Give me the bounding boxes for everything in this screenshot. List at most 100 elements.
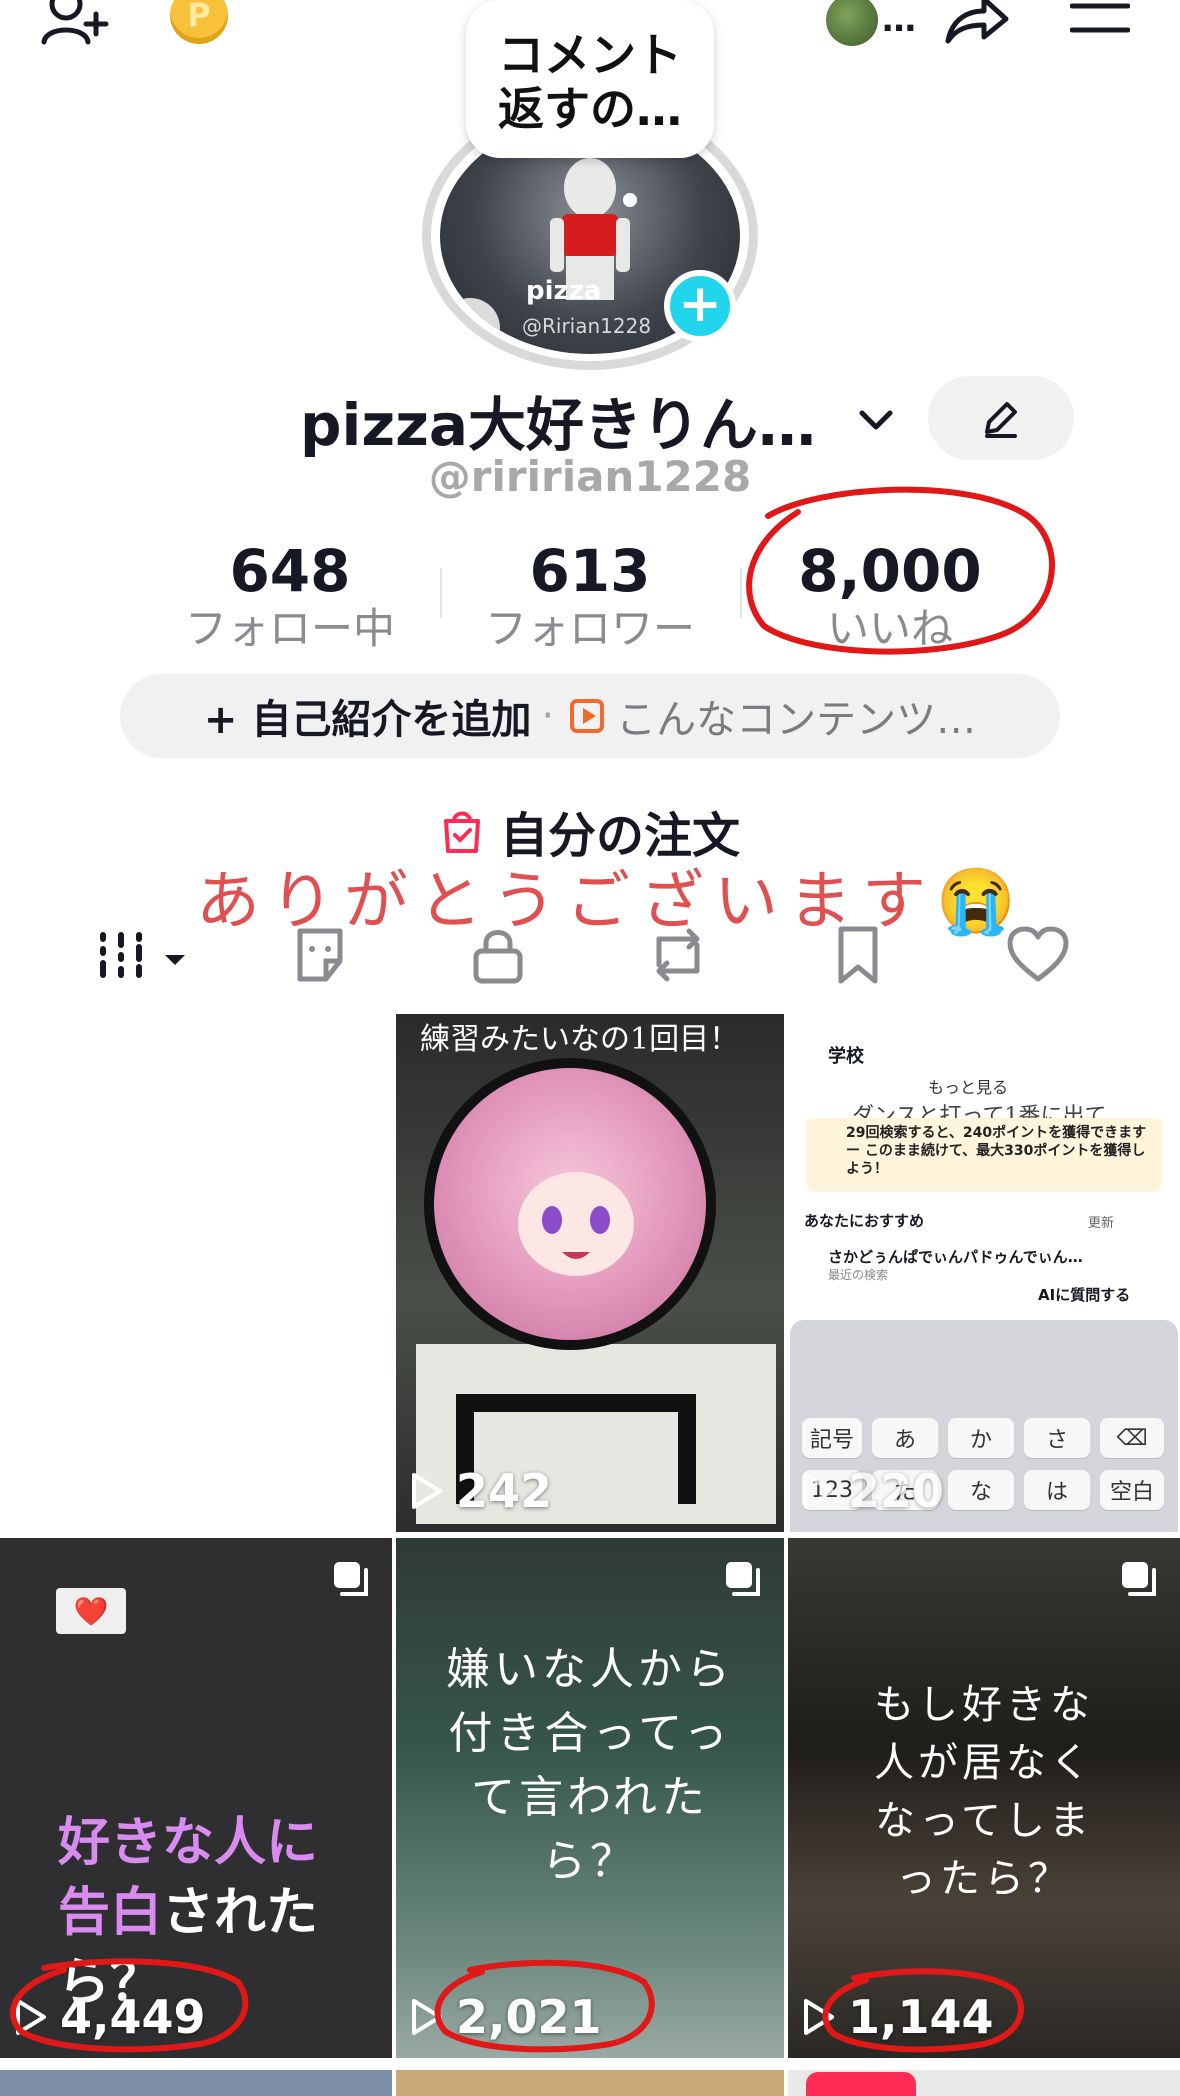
video-tile-4[interactable]: ❤️ 好きな人に 告白された ら？ 4,449: [0, 1538, 392, 2058]
stat-divider: [740, 568, 742, 618]
edit-profile-button[interactable]: [928, 376, 1074, 460]
tab-reposts[interactable]: [638, 920, 718, 990]
kb-key: な: [948, 1470, 1014, 1510]
tile-view-count: 1,144: [802, 1990, 994, 2044]
avatar-handle: @Ririan1228: [522, 314, 652, 338]
tile-peek: [0, 2070, 392, 2096]
lock-icon: [473, 930, 523, 984]
chevron-down-icon: [859, 410, 893, 430]
search-promo: 29回検索すると、240ポイントを獲得できます ー このまま続けて、最大330ポ…: [806, 1118, 1162, 1192]
badge-peek: [806, 2072, 916, 2096]
stat-divider: [440, 568, 442, 618]
following-label: フォロー中: [184, 604, 395, 653]
repost-icon: [656, 928, 700, 982]
kb-key: あ: [872, 1418, 938, 1458]
tab-stickers[interactable]: [280, 920, 360, 990]
kb-key: か: [948, 1418, 1014, 1458]
multi-photo-icon: [1122, 1562, 1156, 1596]
search-more: もっと見る: [928, 1078, 1009, 1097]
view-count: 4,449: [60, 1990, 206, 2044]
video-tile-2[interactable]: 練習みたいなの1回目！ 242: [396, 1014, 784, 1532]
video-tile-1[interactable]: [0, 1014, 392, 1532]
share-arrow-icon: [945, 0, 1009, 44]
display-name-row[interactable]: pizza大好きりん…: [300, 378, 896, 462]
menu-button[interactable]: [1068, 0, 1132, 40]
video-tile-3[interactable]: 学校 もっと見る ダンスと打って1番に出て 29回検索すると、240ポイントを獲…: [788, 1014, 1180, 1532]
followers-count: 613: [529, 537, 651, 605]
play-icon: [804, 1473, 834, 1509]
ai-question-label: AIに質問する: [1038, 1286, 1131, 1304]
tab-videos[interactable]: [90, 920, 200, 990]
view-count: 242: [456, 1464, 553, 1518]
grid-filter-icon: [100, 932, 185, 978]
bio-pill[interactable]: + 自己紹介を追加 · こんなコンテンツ…: [120, 674, 1060, 758]
tile-view-count: 2,021: [410, 1990, 602, 2044]
tile-view-count: 4,449: [14, 1990, 206, 2044]
pencil-icon: [985, 402, 1017, 438]
multi-photo-icon: [334, 1562, 368, 1596]
following-stat[interactable]: 648 フォロー中: [160, 538, 420, 654]
following-count: 648: [229, 537, 351, 605]
kb-key: さ: [1024, 1418, 1090, 1458]
content-play-icon: [570, 699, 605, 733]
tile-view-count: 242: [410, 1464, 552, 1518]
bookmark-icon: [838, 926, 878, 984]
likes-count: 8,000: [798, 537, 982, 605]
play-icon: [804, 1999, 834, 2035]
followers-label: フォロワー: [484, 604, 695, 653]
comment-bubble[interactable]: コメント 返すの…: [466, 0, 714, 158]
display-name: pizza大好きりん…: [300, 391, 817, 459]
avatar: [826, 0, 878, 46]
kb-key: 空白: [1100, 1470, 1164, 1510]
tab-liked[interactable]: [998, 920, 1078, 990]
share-button[interactable]: [942, 0, 1012, 46]
avatar-name: pizza: [526, 276, 602, 306]
username: @riririan1228: [428, 452, 752, 501]
content-link[interactable]: こんなコンテンツ…: [616, 687, 976, 745]
video-tile-6[interactable]: もし好きな 人が居なく なってしま ったら？ 1,144: [788, 1538, 1180, 2058]
view-count: 220: [848, 1464, 945, 1518]
search-item-sub: 最近の検索: [828, 1268, 889, 1282]
tile-caption: もし好きな 人が居なく なってしま ったら？: [874, 1682, 1094, 1902]
kb-key: ⌫: [1100, 1418, 1164, 1458]
bubble-text: コメント 返すの…: [498, 28, 682, 136]
account-switcher[interactable]: …: [826, 0, 916, 46]
tile-caption: 好きな人に 告白された ら？: [58, 1738, 318, 2018]
play-icon: [412, 1999, 442, 2035]
view-count: 1,144: [848, 1990, 994, 2044]
sticker-icon: [297, 928, 343, 982]
plus-icon: +: [678, 274, 722, 334]
envelope-sticker: ❤️: [56, 1588, 126, 1634]
anime-face: [518, 1172, 634, 1276]
hamburger-menu-icon: [1070, 3, 1130, 33]
followers-stat[interactable]: 613 フォロワー: [460, 538, 720, 654]
tile-caption: 嫌いな人から 付き合ってっ て言われた ら？: [446, 1644, 734, 1887]
multi-photo-icon: [726, 1562, 760, 1596]
play-icon: [16, 1999, 46, 2035]
add-friend-button[interactable]: [36, 0, 116, 48]
heart-icon: [1007, 926, 1069, 982]
tab-saved[interactable]: [818, 920, 898, 990]
account-ellipsis: …: [882, 0, 916, 40]
add-story-button[interactable]: +: [664, 270, 736, 342]
video-tile-5[interactable]: 嫌いな人から 付き合ってっ て言われた ら？ 2,021: [396, 1538, 784, 2058]
person-add-icon: [41, 0, 109, 45]
bio-separator: ·: [541, 693, 555, 739]
coin-icon[interactable]: P: [170, 0, 228, 44]
add-bio-link[interactable]: + 自己紹介を追加: [204, 687, 531, 745]
tab-private[interactable]: [458, 920, 538, 990]
shopping-bag-icon: [443, 811, 480, 853]
refresh-label: 更新: [1088, 1216, 1115, 1231]
view-count: 2,021: [456, 1990, 602, 2044]
next-row-peek: [0, 2062, 1180, 2096]
likes-label: いいね: [826, 604, 953, 653]
play-icon: [412, 1473, 442, 1509]
likes-stat[interactable]: 8,000 いいね: [760, 538, 1020, 654]
search-item: さかどぅんぱでぃんパドゥんでぃん…: [828, 1248, 1083, 1266]
tile-peek: [396, 2070, 784, 2096]
kb-key: 記号: [802, 1418, 862, 1458]
recommend-label: あなたにおすすめ: [804, 1212, 925, 1230]
tile-view-count: 220: [802, 1464, 944, 1518]
search-title: 学校: [828, 1046, 864, 1067]
tile-top-caption: 練習みたいなの1回目！: [420, 1022, 740, 1057]
